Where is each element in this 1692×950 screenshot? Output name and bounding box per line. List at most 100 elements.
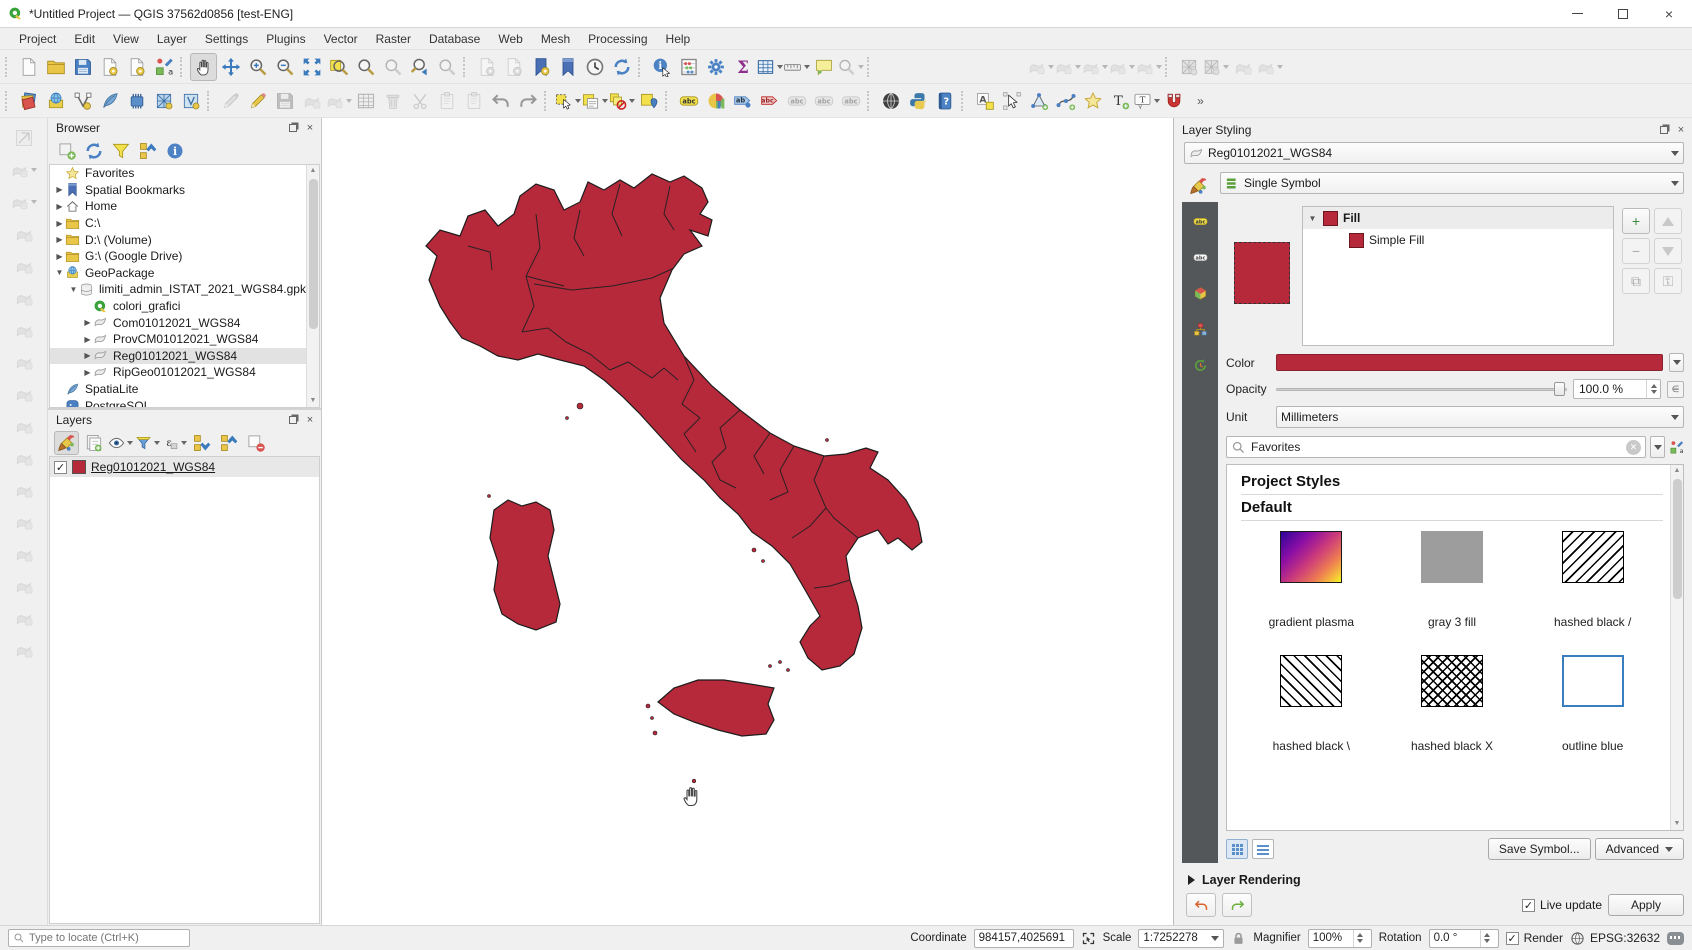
clear-search-icon[interactable]: ✕ (1626, 440, 1641, 455)
menu-help[interactable]: Help (657, 30, 700, 48)
open-layer-styling-panel-button[interactable] (54, 431, 79, 455)
layers-float-button[interactable] (286, 413, 300, 427)
select-features-by-value-button[interactable] (581, 87, 608, 115)
add-selected-layers-button[interactable] (54, 139, 79, 163)
expander-icon[interactable]: ▼ (68, 285, 79, 294)
browser-item-provcm01012021-wgs84[interactable]: ▶ProvCM01012021_WGS84 (50, 331, 319, 348)
style-hashed-black-[interactable]: hashed black \ (1241, 655, 1382, 775)
layer-diagram-button[interactable] (702, 87, 729, 115)
collapse-all-browser-button[interactable] (135, 139, 160, 163)
map-tips-button[interactable] (810, 53, 837, 81)
symbology-tab-icon[interactable] (1184, 172, 1214, 200)
polygon-annotation-button[interactable] (1025, 87, 1052, 115)
menu-view[interactable]: View (104, 30, 148, 48)
style-gray-3-fill[interactable]: gray 3 fill (1382, 531, 1523, 651)
menu-processing[interactable]: Processing (579, 30, 656, 48)
opacity-spinbox[interactable]: 100.0 % (1573, 379, 1661, 399)
open-data-source-manager-button[interactable] (15, 87, 42, 115)
tab-masks[interactable] (1185, 244, 1215, 270)
rotation-spinbox[interactable]: 0.0 ° (1429, 929, 1499, 948)
styling-float-button[interactable] (1657, 123, 1671, 137)
style-outline-blue[interactable]: outline blue (1522, 655, 1663, 775)
style-gradient-plasma[interactable]: gradient plasma (1241, 531, 1382, 651)
temporal-controller-button[interactable] (581, 53, 608, 81)
add-spatialite-layer-button[interactable] (96, 87, 123, 115)
icon-view-toggle[interactable] (1226, 839, 1248, 859)
browser-item-g-google-drive-[interactable]: ▶G:\ (Google Drive) (50, 248, 319, 265)
circular-string-tool-dropdown[interactable] (31, 168, 37, 172)
filter-legend-button[interactable] (135, 431, 160, 455)
layer-visibility-checkbox[interactable]: ✓ (54, 461, 67, 474)
browser-scrollbar[interactable]: ▲▼ (306, 165, 319, 407)
add-virtual-layer-button[interactable] (177, 87, 204, 115)
menu-settings[interactable]: Settings (196, 30, 257, 48)
crs-status[interactable]: EPSG:32632 (1570, 931, 1660, 946)
expand-all-layers-button[interactable] (189, 431, 214, 455)
expander-icon[interactable]: ▶ (82, 351, 93, 360)
menu-web[interactable]: Web (489, 30, 531, 48)
toggle-editing-button[interactable] (244, 87, 271, 115)
field-calculator-button[interactable] (675, 53, 702, 81)
pin-labels-button[interactable] (729, 87, 756, 115)
move-feature-dropdown[interactable] (31, 200, 37, 204)
tab-3d-view[interactable] (1185, 280, 1215, 306)
browser-item-limiti-admin-istat-2021-wgs84-gpkg[interactable]: ▼limiti_admin_ISTAT_2021_WGS84.gpkg (50, 281, 319, 298)
symbol-layer-fill[interactable]: ▼Fill (1303, 207, 1613, 229)
select-by-location-button[interactable] (635, 87, 662, 115)
expander-icon[interactable]: ▶ (54, 252, 65, 261)
browser-item-spatialite[interactable]: SpatiaLite (50, 381, 319, 398)
menu-vector[interactable]: Vector (315, 30, 367, 48)
expander-icon[interactable]: ▶ (54, 235, 65, 244)
coordinate-field[interactable]: 984157,4025691 (974, 929, 1074, 948)
menu-raster[interactable]: Raster (367, 30, 420, 48)
save-symbol-button[interactable]: Save Symbol... (1488, 838, 1591, 860)
browser-item-colori-grafici[interactable]: colori_grafici (50, 298, 319, 315)
style-search-input[interactable] (1251, 440, 1621, 454)
select-annotation-button[interactable] (998, 87, 1025, 115)
refresh-map-button[interactable] (608, 53, 635, 81)
browser-item-c-[interactable]: ▶C:\ (50, 215, 319, 232)
fill-color-button[interactable] (1276, 354, 1663, 371)
search-filter-dropdown[interactable] (1650, 436, 1665, 458)
marker-annotation-button[interactable] (1079, 87, 1106, 115)
add-symbol-layer-button[interactable]: + (1622, 208, 1650, 234)
renderer-combo[interactable]: Single Symbol (1220, 172, 1684, 194)
filter-browser-button[interactable] (108, 139, 133, 163)
expander-icon[interactable]: ▶ (82, 318, 93, 327)
show-spatial-bookmarks-button[interactable] (554, 53, 581, 81)
text-annotation-button[interactable] (971, 87, 998, 115)
style-search-box[interactable]: ✕ (1226, 436, 1646, 458)
new-print-layout-button[interactable] (96, 53, 123, 81)
zoom-in-button[interactable] (244, 53, 271, 81)
map-canvas[interactable] (322, 118, 1173, 925)
zoom-out-button[interactable] (271, 53, 298, 81)
data-defined-override-icon[interactable]: ⋹ (1667, 381, 1684, 398)
style-hashed-black-x[interactable]: hashed black X (1382, 655, 1523, 775)
expander-icon[interactable]: ▶ (82, 368, 93, 377)
tab-diagrams[interactable] (1185, 316, 1215, 342)
maximize-button[interactable] (1600, 0, 1646, 27)
lock-scale-icon[interactable] (1231, 931, 1246, 946)
line-annotation-button[interactable] (1052, 87, 1079, 115)
layer-rendering-section[interactable]: Layer Rendering (1188, 873, 1692, 887)
render-checkbox[interactable]: ✓ Render (1506, 931, 1563, 945)
open-attribute-table-button[interactable] (756, 53, 783, 81)
locator-search[interactable] (8, 929, 190, 947)
metasearch-button[interactable] (877, 87, 904, 115)
pan-map-button[interactable] (190, 53, 217, 81)
toolbar-overflow-button[interactable]: » (1187, 87, 1214, 115)
style-manager-icon[interactable] (1669, 440, 1684, 455)
layer-selector-combo[interactable]: Reg01012021_WGS84 (1184, 142, 1684, 164)
close-button[interactable]: × (1646, 0, 1692, 27)
browser-item-home[interactable]: ▶Home (50, 198, 319, 215)
browser-item-spatial-bookmarks[interactable]: ▶Spatial Bookmarks (50, 182, 319, 199)
shape-digitize-regular-dropdown[interactable] (1156, 65, 1162, 69)
statistical-summary-button[interactable] (729, 53, 756, 81)
highlight-pinned-labels-button[interactable] (756, 87, 783, 115)
add-vector-layer-button[interactable] (42, 87, 69, 115)
expander-icon[interactable]: ▶ (54, 219, 65, 228)
browser-item-com01012021-wgs84[interactable]: ▶Com01012021_WGS84 (50, 314, 319, 331)
expander-icon[interactable]: ▶ (54, 185, 65, 194)
browser-close-button[interactable]: × (303, 121, 317, 135)
redo-style-button[interactable] (1222, 893, 1252, 917)
